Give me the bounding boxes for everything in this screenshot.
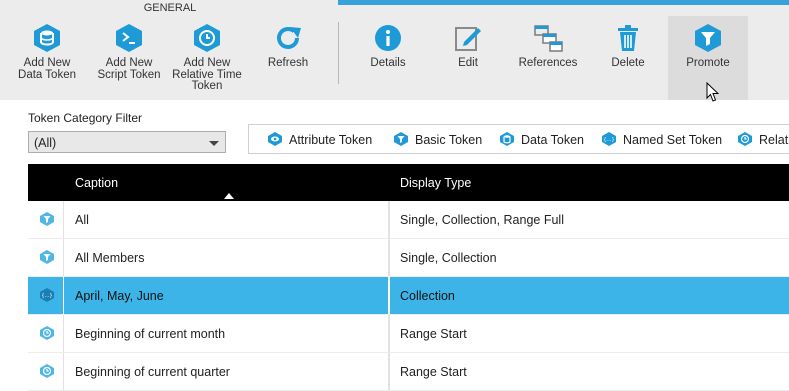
cell-display-type: Range Start	[400, 327, 467, 341]
cell-display-type: Range Start	[400, 365, 467, 379]
column-header-display-type[interactable]: Display Type	[400, 176, 471, 190]
trash-icon	[618, 25, 638, 51]
relative-time-token-icon	[40, 326, 54, 340]
token-category-filter-select[interactable]: (All)	[28, 131, 226, 153]
token-type-legend: Attribute Token Basic Token Data Token {…	[248, 124, 789, 154]
cell-divider	[388, 277, 390, 314]
legend-label: Attribute Token	[289, 133, 373, 147]
references-icon	[534, 25, 563, 52]
cell-divider	[63, 277, 64, 314]
cell-divider	[388, 201, 390, 238]
table-row[interactable]: All Single, Collection, Range Full	[28, 201, 789, 239]
add-relative-time-token-label: Add New Relative Time Token	[172, 57, 242, 92]
cell-display-type: Collection	[400, 289, 455, 303]
legend-label: Named Set Token	[623, 133, 723, 147]
edit-button[interactable]: Edit	[438, 16, 498, 100]
add-script-token-button[interactable]: Add New Script Token	[94, 16, 164, 100]
edit-icon	[455, 27, 481, 51]
cell-divider	[388, 353, 390, 390]
legend-item-data-token: Data Token	[499, 131, 584, 147]
relative-time-token-icon	[738, 132, 752, 146]
add-relative-time-token-button[interactable]: Add New Relative Time Token	[170, 16, 244, 100]
token-category-filter-label: Token Category Filter	[28, 111, 143, 125]
cell-display-type: Single, Collection, Range Full	[400, 213, 564, 227]
cell-divider	[63, 353, 64, 390]
cell-divider	[388, 315, 390, 352]
legend-label: Relative Time Token	[759, 133, 789, 147]
table-row[interactable]: Beginning of current month Range Start	[28, 315, 789, 353]
script-token-icon	[116, 24, 142, 52]
add-data-token-button[interactable]: Add New Data Token	[14, 16, 80, 100]
legend-item-named-set-token: {...} Named Set Token	[601, 131, 722, 147]
table-row[interactable]: Beginning of current quarter Range Start	[28, 353, 789, 391]
table-row[interactable]: All Members Single, Collection	[28, 239, 789, 277]
ribbon-accent-bar	[338, 0, 789, 5]
grid-header: Caption Display Type	[28, 164, 789, 201]
cell-divider	[388, 239, 390, 276]
legend-item-basic-token: Basic Token	[393, 131, 482, 147]
cell-caption: Beginning of current quarter	[75, 365, 230, 379]
promote-label: Promote	[686, 57, 730, 69]
svg-text:{...}: {...}	[41, 293, 52, 299]
refresh-icon	[277, 27, 301, 49]
basic-token-icon	[394, 132, 408, 146]
tokens-grid: Caption Display Type All Single, Collect…	[28, 164, 789, 391]
mouse-cursor-icon	[706, 82, 720, 102]
cell-divider	[63, 201, 64, 238]
refresh-label: Refresh	[267, 57, 309, 69]
references-button[interactable]: References	[514, 16, 582, 100]
svg-text:{...}: {...}	[603, 137, 614, 143]
add-script-token-label: Add New Script Token	[97, 57, 161, 81]
token-category-filter-value: (All)	[34, 136, 57, 150]
basic-token-icon	[40, 212, 54, 226]
data-token-icon	[500, 132, 514, 146]
legend-item-relative-time-token: Relative Time Token	[737, 131, 789, 147]
cell-divider	[63, 239, 64, 276]
cell-caption: All	[75, 213, 89, 227]
legend-label: Data Token	[521, 133, 585, 147]
toolbar-separator	[338, 22, 339, 84]
sort-ascending-icon	[224, 193, 234, 199]
column-header-caption[interactable]: Caption	[75, 176, 118, 190]
delete-button[interactable]: Delete	[598, 16, 658, 100]
relative-time-token-icon	[40, 364, 54, 378]
details-label: Details	[370, 57, 406, 69]
references-label: References	[518, 57, 578, 69]
edit-label: Edit	[458, 57, 478, 69]
refresh-button[interactable]: Refresh	[258, 16, 318, 100]
add-data-token-label: Add New Data Token	[18, 57, 76, 81]
details-button[interactable]: Details	[358, 16, 418, 100]
relative-time-token-icon	[194, 24, 220, 52]
ribbon-toolbar: GENERAL Add New Data Token Add New Scrip…	[0, 0, 789, 100]
legend-label: Basic Token	[415, 133, 483, 147]
chevron-down-icon	[209, 141, 219, 146]
filter-funnel-icon	[695, 24, 721, 52]
basic-token-icon	[40, 250, 54, 264]
cell-caption: All Members	[75, 251, 145, 265]
info-icon	[375, 25, 401, 51]
legend-item-attribute-token: Attribute Token	[267, 131, 372, 147]
cell-display-type: Single, Collection	[400, 251, 497, 265]
cell-caption: Beginning of current month	[75, 327, 226, 341]
cell-caption: April, May, June	[75, 289, 164, 303]
attribute-token-icon	[268, 132, 282, 146]
delete-label: Delete	[611, 57, 645, 69]
data-token-icon	[34, 24, 60, 52]
table-row-selected[interactable]: {...} April, May, June Collection	[28, 277, 789, 315]
named-set-token-icon: {...}	[602, 132, 616, 146]
named-set-token-icon: {...}	[40, 288, 54, 302]
toolbar-group-label: GENERAL	[143, 2, 197, 14]
cell-divider	[63, 315, 64, 352]
